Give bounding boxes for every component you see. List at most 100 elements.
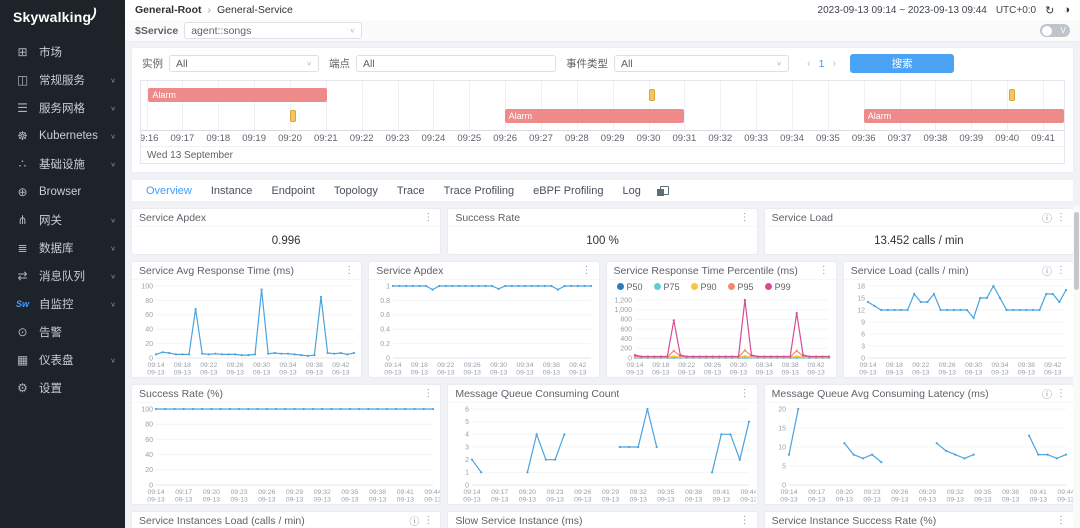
svg-text:09:4209-13: 09:4209-13: [332, 362, 350, 377]
event-marker[interactable]: [1009, 89, 1015, 101]
page-number[interactable]: 1: [819, 58, 825, 70]
tab-instance[interactable]: Instance: [211, 185, 253, 197]
more-menu-icon[interactable]: ⋮: [344, 265, 354, 276]
more-menu-icon[interactable]: ⋮: [423, 515, 433, 526]
instance-filter-select[interactable]: All ∨: [169, 55, 319, 72]
tab-ebpf-profiling[interactable]: eBPF Profiling: [533, 185, 603, 197]
event-marker[interactable]: [290, 110, 296, 122]
tab-log[interactable]: Log: [622, 185, 640, 197]
chart-canvas: 0510152009:1409-1309:1709-1309:2009-1309…: [765, 403, 1073, 504]
sidebar-item-message-queue[interactable]: ⇄消息队列∨: [0, 262, 125, 290]
more-menu-icon[interactable]: ⋮: [740, 515, 750, 526]
next-page-button[interactable]: ›: [833, 58, 837, 70]
more-menu-icon[interactable]: ⋮: [1056, 265, 1066, 276]
card-header: Message Queue Consuming Count⋮: [448, 385, 756, 403]
legend-item-p99[interactable]: P99: [765, 282, 791, 292]
card-header-icons: ⋮: [582, 265, 592, 276]
legend-item-p95[interactable]: P95: [728, 282, 754, 292]
chevron-down-icon: ∨: [110, 76, 116, 83]
more-menu-icon[interactable]: ⋮: [423, 212, 433, 223]
more-menu-icon[interactable]: ⋮: [740, 212, 750, 223]
legend-item-p75[interactable]: P75: [654, 282, 680, 292]
scrollbar-thumb[interactable]: [1074, 212, 1079, 290]
card-title: Service Apdex: [139, 212, 206, 224]
service-select[interactable]: agent::songs ∨: [184, 22, 362, 39]
chevron-down-icon: ∨: [110, 356, 116, 363]
card-header: Service Instance Success Rate (%)⋮: [765, 512, 1073, 528]
breadcrumb-separator: ›: [208, 4, 212, 16]
legend-item-p90[interactable]: P90: [691, 282, 717, 292]
tab-trace[interactable]: Trace: [397, 185, 425, 197]
widget-icon[interactable]: [660, 186, 669, 195]
more-menu-icon[interactable]: ⋮: [1056, 388, 1066, 399]
time-range[interactable]: 2023-09-13 09:14 ~ 2023-09-13 09:44: [818, 5, 987, 16]
breadcrumb-leaf[interactable]: General-Service: [217, 4, 293, 16]
alarm-bar[interactable]: Alarm: [148, 88, 327, 102]
svg-text:10: 10: [778, 444, 786, 451]
refresh-icon[interactable]: ↻: [1045, 4, 1054, 17]
sidebar-item-label: 市场: [39, 44, 62, 60]
more-menu-icon[interactable]: ⋮: [423, 388, 433, 399]
more-menu-icon[interactable]: ⋮: [1056, 515, 1066, 526]
more-menu-icon[interactable]: ⋮: [1056, 212, 1066, 223]
instance-filter-value: All: [176, 58, 300, 70]
sidebar-item-dashboards[interactable]: ▦仪表盘∨: [0, 346, 125, 374]
svg-text:15: 15: [857, 295, 865, 302]
sidebar-item-general-service[interactable]: ◫常规服务∨: [0, 66, 125, 94]
sidebar-item-self-observability[interactable]: Sw自监控∨: [0, 290, 125, 318]
prev-page-button[interactable]: ‹: [807, 58, 811, 70]
sidebar-item-gateway[interactable]: ⋔网关∨: [0, 206, 125, 234]
info-icon[interactable]: ⓘ: [409, 513, 419, 528]
sidebar-item-alerting[interactable]: ⊙告警: [0, 318, 125, 346]
card-header-icons: ⓘ⋮: [1042, 386, 1066, 401]
tab-overview[interactable]: Overview: [146, 185, 192, 197]
more-menu-icon[interactable]: ⋮: [819, 265, 829, 276]
breadcrumb-root[interactable]: General-Root: [135, 4, 202, 16]
sidebar-item-label: Kubernetes: [39, 130, 98, 142]
toggle-label: V: [1060, 25, 1066, 35]
event-marker[interactable]: [649, 89, 655, 101]
sidebar-item-settings[interactable]: ⚙设置: [0, 374, 125, 402]
more-menu-icon[interactable]: ⋮: [740, 388, 750, 399]
legend-item-p50[interactable]: P50: [617, 282, 643, 292]
svg-text:09:2209-13: 09:2209-13: [437, 362, 455, 377]
alarm-bar[interactable]: Alarm: [864, 109, 1064, 123]
chevron-down-icon: ∨: [776, 60, 782, 67]
sidebar-item-label: Browser: [39, 186, 81, 198]
tab-topology[interactable]: Topology: [334, 185, 378, 197]
info-icon[interactable]: ⓘ: [1042, 386, 1052, 401]
info-icon[interactable]: ⓘ: [1042, 263, 1052, 278]
sidebar-item-browser[interactable]: ⊕Browser: [0, 178, 125, 206]
timeline-tick-label: 09:28: [565, 133, 589, 144]
sidebar-item-database[interactable]: ≣数据库∨: [0, 234, 125, 262]
event-filter-bar: 实例 All ∨ 端点 All 事件类型 All ∨ ‹ 1 ›: [140, 54, 1065, 73]
info-icon[interactable]: ⓘ: [1042, 210, 1052, 225]
alarm-timeline-axis: 09:1609:1709:1809:1909:2009:2109:2209:23…: [141, 131, 1064, 146]
svg-text:09:2009-13: 09:2009-13: [203, 489, 221, 504]
svg-text:09:1409-13: 09:1409-13: [626, 362, 644, 377]
sidebar-item-infrastructure[interactable]: ∴基础设施∨: [0, 150, 125, 178]
svg-text:3: 3: [861, 343, 865, 350]
marketplace-icon: ⊞: [15, 45, 30, 59]
sidebar-item-marketplace[interactable]: ⊞ 市场: [0, 38, 125, 66]
svg-text:5: 5: [465, 419, 469, 426]
endpoint-filter-input[interactable]: All: [356, 55, 556, 72]
alarm-bar[interactable]: Alarm: [505, 109, 684, 123]
theme-icon[interactable]: ◑: [1063, 4, 1070, 16]
sidebar-item-label: 仪表盘: [39, 352, 74, 368]
search-button[interactable]: 搜索: [850, 54, 954, 73]
tab-trace-profiling[interactable]: Trace Profiling: [444, 185, 515, 197]
sidebar-item-kubernetes[interactable]: ☸Kubernetes∨: [0, 122, 125, 150]
version-toggle[interactable]: V: [1040, 24, 1070, 37]
svg-text:80: 80: [145, 298, 153, 305]
tab-endpoint[interactable]: Endpoint: [271, 185, 314, 197]
chart-card-response-time-percentile: Service Response Time Percentile (ms)⋮P5…: [606, 261, 837, 378]
more-menu-icon[interactable]: ⋮: [582, 265, 592, 276]
timeline-tick-label: 09:35: [816, 133, 840, 144]
card-header-icons: ⓘ⋮: [409, 513, 433, 528]
svg-text:09:3509-13: 09:3509-13: [974, 489, 992, 504]
sidebar-item-service-mesh[interactable]: ☰服务网格∨: [0, 94, 125, 122]
legend-dot: [691, 283, 698, 290]
event-type-filter-select[interactable]: All ∨: [614, 55, 789, 72]
database-icon: ≣: [15, 241, 30, 255]
